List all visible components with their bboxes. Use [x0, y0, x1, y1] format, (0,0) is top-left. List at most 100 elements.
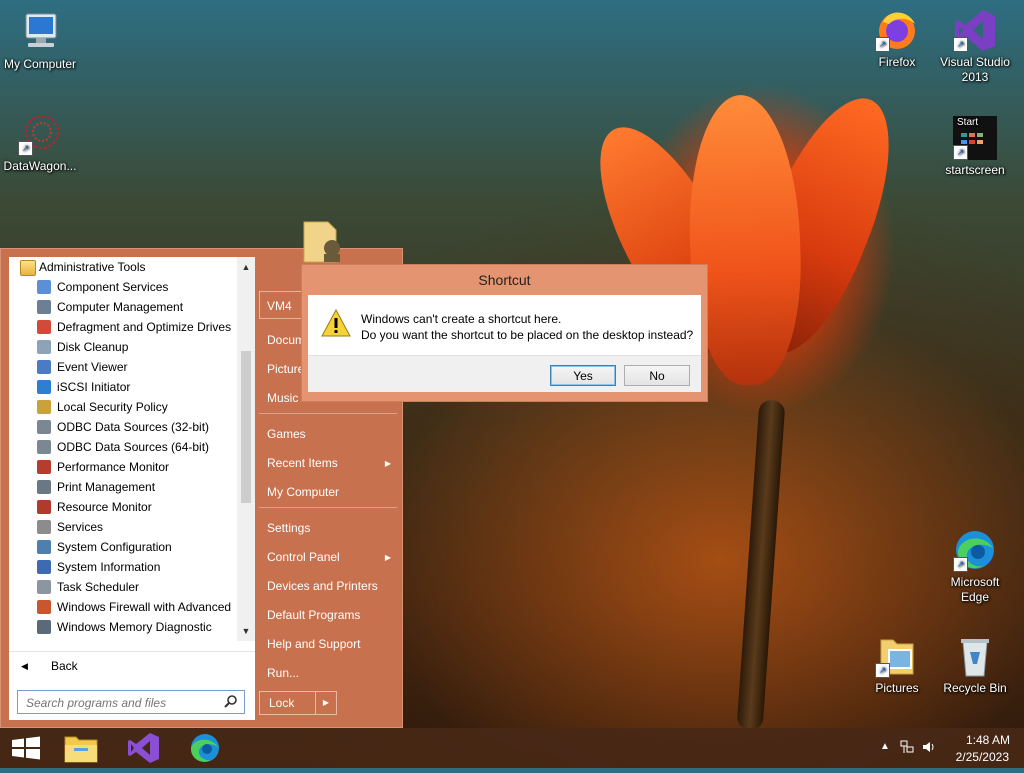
program-item[interactable]: Windows Firewall with Advanced	[9, 597, 237, 617]
desktop-icon-pictures[interactable]: ↗ Pictures	[857, 634, 937, 696]
firewall-icon	[37, 600, 51, 614]
dialog-message: Windows can't create a shortcut here. Do…	[361, 311, 693, 343]
desktop-icon-startscreen[interactable]: Start ↗ startscreen	[935, 116, 1015, 178]
shortcut-dialog: Shortcut Windows can't create a shortcut…	[301, 264, 708, 402]
start-menu-item[interactable]: My Computer	[259, 479, 397, 506]
start-menu-item[interactable]: Help and Support	[259, 631, 397, 658]
volume-icon[interactable]	[922, 740, 936, 754]
computer-icon	[18, 10, 62, 54]
clock-time[interactable]: 1:48 AM	[966, 733, 1010, 747]
taskbar-visual-studio[interactable]	[116, 728, 170, 768]
dialog-title: Shortcut	[478, 272, 531, 288]
program-label: Disk Cleanup	[57, 340, 129, 354]
program-item[interactable]: Event Viewer	[9, 357, 237, 377]
dialog-footer: Yes No	[308, 355, 701, 392]
desktop-icon-label: Visual Studio 2013	[940, 55, 1010, 84]
scroll-thumb[interactable]	[241, 351, 251, 503]
taskbar-file-explorer[interactable]	[54, 728, 108, 768]
search-input[interactable]	[24, 692, 218, 714]
program-item[interactable]: Disk Cleanup	[9, 337, 237, 357]
program-item[interactable]: Computer Management	[9, 297, 237, 317]
start-menu-item-label: Default Programs	[267, 608, 361, 622]
desktop-icon-recycle-bin[interactable]: Recycle Bin	[935, 634, 1015, 696]
clock-date[interactable]: 2/25/2023	[956, 750, 1009, 764]
start-menu-item[interactable]: Default Programs	[259, 602, 397, 629]
program-label: iSCSI Initiator	[57, 380, 131, 394]
folder-icon	[20, 260, 36, 276]
user-picture-folder-icon	[302, 220, 342, 263]
desktop-icon-label: startscreen	[945, 163, 1005, 177]
program-label: System Configuration	[57, 540, 172, 554]
menu-separator	[259, 413, 397, 414]
program-item[interactable]: Local Security Policy	[9, 397, 237, 417]
program-item[interactable]: Component Services	[9, 277, 237, 297]
desktop-icon-datawagon[interactable]: ↗ DataWagon...	[0, 112, 80, 174]
lock-options-chevron-icon[interactable]: ▶	[315, 692, 336, 714]
desktop-icon-label: Pictures	[875, 681, 919, 695]
program-label: Resource Monitor	[57, 500, 152, 514]
program-item[interactable]: ODBC Data Sources (32-bit)	[9, 417, 237, 437]
resource-monitor-icon	[37, 500, 51, 514]
system-information-icon	[37, 560, 51, 574]
start-menu-item[interactable]: Control Panel ▶	[259, 544, 397, 571]
program-item[interactable]: Resource Monitor	[9, 497, 237, 517]
start-menu-item-label: Recent Items	[267, 456, 338, 470]
recycle-bin-icon	[953, 634, 997, 678]
lock-label: Lock	[269, 696, 295, 710]
program-item[interactable]: Task Scheduler	[9, 577, 237, 597]
desktop-icon-label: Microsoft Edge	[950, 575, 1000, 604]
back-button[interactable]: ◀ Back	[9, 651, 255, 678]
performance-monitor-icon	[37, 460, 51, 474]
start-menu-item-label: Music	[267, 391, 299, 405]
program-item[interactable]: Windows Memory Diagnostic	[9, 617, 237, 637]
scroll-down-icon[interactable]: ▼	[237, 623, 255, 639]
program-item[interactable]: ODBC Data Sources (64-bit)	[9, 437, 237, 457]
program-item[interactable]: Services	[9, 517, 237, 537]
start-button[interactable]	[0, 728, 54, 768]
show-hidden-icons-chevron-icon[interactable]: ▲	[878, 740, 892, 754]
system-configuration-icon	[37, 540, 51, 554]
search-icon[interactable]	[223, 694, 239, 710]
start-menu-item[interactable]: Recent Items ▶	[259, 450, 397, 477]
computer-management-icon	[37, 300, 51, 314]
program-item[interactable]: Performance Monitor	[9, 457, 237, 477]
program-list-scrollbar[interactable]: ▲ ▼	[237, 257, 255, 641]
program-label: Task Scheduler	[57, 580, 140, 594]
odbc-icon	[37, 440, 51, 454]
dialog-body: Windows can't create a shortcut here. Do…	[308, 295, 701, 355]
programs-panel: Administrative Tools Component Services Co…	[9, 257, 255, 720]
no-button[interactable]: No	[624, 365, 690, 386]
desktop-icon-visual-studio[interactable]: ↗ Visual Studio 2013	[935, 8, 1015, 85]
program-item[interactable]: Administrative Tools	[9, 257, 237, 277]
services-icon	[37, 520, 51, 534]
program-item[interactable]: Defragment and Optimize Drives	[9, 317, 237, 337]
taskbar-edge[interactable]	[178, 728, 232, 768]
desktop-icon-my-computer[interactable]: My Computer	[0, 10, 80, 72]
program-label: Windows Firewall with Advanced	[57, 600, 232, 614]
program-item[interactable]: System Configuration	[9, 537, 237, 557]
desktop-icon-firefox[interactable]: ↗ Firefox	[857, 8, 937, 70]
program-item[interactable]: iSCSI Initiator	[9, 377, 237, 397]
odbc-icon	[37, 420, 51, 434]
desktop-icon-label: DataWagon...	[3, 159, 77, 173]
program-item[interactable]: System Information	[9, 557, 237, 577]
scroll-up-icon[interactable]: ▲	[237, 259, 255, 275]
lock-button[interactable]: Lock ▶	[259, 691, 337, 715]
search-box[interactable]	[17, 690, 245, 714]
submenu-arrow-icon: ▶	[384, 459, 391, 468]
start-menu-item[interactable]: Devices and Printers	[259, 573, 397, 600]
iscsi-icon	[37, 380, 51, 394]
start-menu-item[interactable]: Games	[259, 421, 397, 448]
network-icon[interactable]	[900, 740, 914, 754]
print-management-icon	[37, 480, 51, 494]
start-menu-item[interactable]: Run...	[259, 660, 397, 687]
taskbar: ▲ 1:48 AM 2/25/2023	[0, 728, 1024, 768]
start-menu-item-label: Help and Support	[267, 637, 361, 651]
start-menu-item[interactable]: Settings	[259, 515, 397, 542]
desktop-icon-edge[interactable]: ↗ Microsoft Edge	[935, 528, 1015, 605]
program-item[interactable]: Print Management	[9, 477, 237, 497]
shortcut-arrow-icon: ↗	[953, 145, 968, 160]
yes-button[interactable]: Yes	[550, 365, 616, 386]
start-menu-item-label: Run...	[267, 666, 300, 680]
disk-cleanup-icon	[37, 340, 51, 354]
